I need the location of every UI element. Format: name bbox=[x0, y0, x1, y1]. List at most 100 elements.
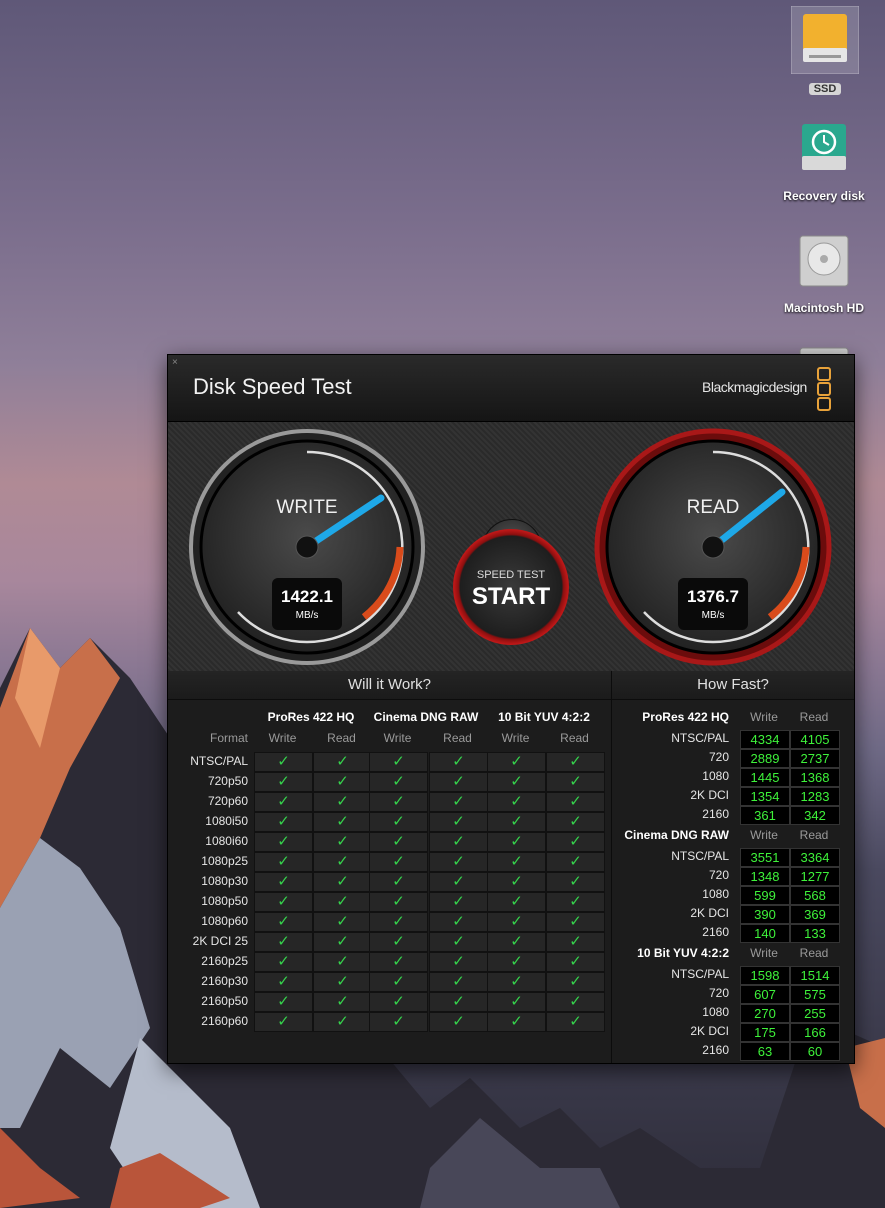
format-row-label: 1080i50 bbox=[205, 814, 248, 828]
check-cell: ✓ bbox=[254, 1012, 313, 1032]
check-cell: ✓ bbox=[254, 812, 313, 832]
check-cell: ✓ bbox=[429, 772, 488, 792]
check-cell: ✓ bbox=[487, 912, 546, 932]
check-cell: ✓ bbox=[429, 972, 488, 992]
write-speed-cell: 63 bbox=[740, 1042, 790, 1061]
desktop-icon-macintosh-hd[interactable]: Macintosh HD bbox=[774, 232, 874, 317]
write-speed-cell: 1598 bbox=[740, 966, 790, 985]
write-speed-cell: 390 bbox=[740, 905, 790, 924]
start-button[interactable]: SPEED TEST START bbox=[453, 529, 569, 645]
write-speed-cell: 599 bbox=[740, 886, 790, 905]
check-cell: ✓ bbox=[254, 932, 313, 952]
format-column-header: Format bbox=[209, 731, 248, 745]
read-speed-cell: 60 bbox=[790, 1042, 840, 1061]
column-header: Write bbox=[268, 731, 297, 745]
check-cell: ✓ bbox=[313, 812, 372, 832]
check-cell: ✓ bbox=[254, 912, 313, 932]
format-row-label: 2160p25 bbox=[201, 954, 248, 968]
check-cell: ✓ bbox=[313, 912, 372, 932]
desktop-icon-label: Recovery disk bbox=[783, 189, 865, 203]
read-speed-cell: 369 bbox=[790, 905, 840, 924]
internal-drive-icon bbox=[799, 235, 849, 287]
desktop-icon-recovery-disk[interactable]: Recovery disk bbox=[774, 120, 874, 205]
read-speed-cell: 1283 bbox=[790, 787, 840, 806]
how-fast-group-header: Cinema DNG RAW bbox=[624, 828, 729, 842]
check-cell: ✓ bbox=[429, 832, 488, 852]
check-cell: ✓ bbox=[487, 812, 546, 832]
resolution-label: NTSC/PAL bbox=[671, 967, 729, 981]
resolution-label: 2160 bbox=[702, 925, 729, 939]
check-cell: ✓ bbox=[546, 1012, 605, 1032]
read-column-header: Read bbox=[799, 946, 829, 960]
format-row-label: 1080p50 bbox=[201, 894, 248, 908]
check-cell: ✓ bbox=[546, 932, 605, 952]
read-speed-cell: 3364 bbox=[790, 848, 840, 867]
check-cell: ✓ bbox=[487, 932, 546, 952]
write-speed-cell: 1445 bbox=[740, 768, 790, 787]
resolution-label: 2K DCI bbox=[690, 1024, 729, 1038]
column-header: Write bbox=[501, 731, 530, 745]
check-cell: ✓ bbox=[546, 912, 605, 932]
check-cell: ✓ bbox=[369, 912, 428, 932]
resolution-label: 1080 bbox=[702, 887, 729, 901]
read-speed-cell: 575 bbox=[790, 985, 840, 1004]
check-cell: ✓ bbox=[254, 872, 313, 892]
resolution-label: 2160 bbox=[702, 807, 729, 821]
resolution-label: 1080 bbox=[702, 1005, 729, 1019]
resolution-label: 2160 bbox=[702, 1043, 729, 1057]
check-cell: ✓ bbox=[369, 872, 428, 892]
write-speed-cell: 607 bbox=[740, 985, 790, 1004]
read-readout: 1376.7 MB/s bbox=[678, 578, 748, 630]
read-speed-cell: 342 bbox=[790, 806, 840, 825]
check-cell: ✓ bbox=[546, 852, 605, 872]
format-row-label: 1080p25 bbox=[201, 854, 248, 868]
check-cell: ✓ bbox=[546, 972, 605, 992]
check-cell: ✓ bbox=[369, 812, 428, 832]
resolution-label: 2K DCI bbox=[690, 906, 729, 920]
write-speed-cell: 2889 bbox=[740, 749, 790, 768]
write-speed-cell: 4334 bbox=[740, 730, 790, 749]
check-cell: ✓ bbox=[369, 932, 428, 952]
start-button-label: START bbox=[471, 583, 551, 610]
column-header: Write bbox=[383, 731, 412, 745]
brand-name: Blackmagicdesign bbox=[702, 379, 807, 395]
check-cell: ✓ bbox=[546, 992, 605, 1012]
check-cell: ✓ bbox=[487, 872, 546, 892]
check-cell: ✓ bbox=[254, 792, 313, 812]
format-row-label: 1080p60 bbox=[201, 914, 248, 928]
format-row-label: 2K DCI 25 bbox=[192, 934, 248, 948]
read-speed-cell: 255 bbox=[790, 1004, 840, 1023]
write-column-header: Write bbox=[750, 710, 778, 724]
read-unit: MB/s bbox=[701, 610, 725, 621]
check-cell: ✓ bbox=[369, 792, 428, 812]
check-cell: ✓ bbox=[429, 952, 488, 972]
resolution-label: 720 bbox=[708, 750, 729, 764]
read-speed-cell: 1514 bbox=[790, 966, 840, 985]
close-icon[interactable]: × bbox=[172, 358, 182, 368]
how-fast-group-header: 10 Bit YUV 4:2:2 bbox=[637, 946, 729, 960]
check-cell: ✓ bbox=[429, 812, 488, 832]
desktop-icon-ssd[interactable]: SSD bbox=[775, 5, 875, 97]
format-row-label: NTSC/PAL bbox=[190, 754, 248, 768]
resolution-label: 720 bbox=[708, 868, 729, 882]
check-cell: ✓ bbox=[369, 952, 428, 972]
how-fast-group-header: ProRes 422 HQ bbox=[642, 710, 729, 724]
column-header: Read bbox=[560, 731, 589, 745]
check-cell: ✓ bbox=[369, 752, 428, 772]
check-cell: ✓ bbox=[254, 892, 313, 912]
check-cell: ✓ bbox=[546, 872, 605, 892]
write-speed-cell: 175 bbox=[740, 1023, 790, 1042]
read-column-header: Read bbox=[799, 828, 829, 842]
check-cell: ✓ bbox=[429, 852, 488, 872]
app-title: Disk Speed Test bbox=[193, 374, 352, 399]
check-cell: ✓ bbox=[429, 792, 488, 812]
write-speed-cell: 140 bbox=[740, 924, 790, 943]
check-cell: ✓ bbox=[369, 772, 428, 792]
check-cell: ✓ bbox=[313, 932, 372, 952]
check-cell: ✓ bbox=[487, 892, 546, 912]
desktop-icon-label: SSD bbox=[808, 83, 842, 95]
check-cell: ✓ bbox=[429, 932, 488, 952]
format-group-header: Cinema DNG RAW bbox=[373, 710, 479, 724]
check-cell: ✓ bbox=[487, 832, 546, 852]
read-speed-cell: 1368 bbox=[790, 768, 840, 787]
